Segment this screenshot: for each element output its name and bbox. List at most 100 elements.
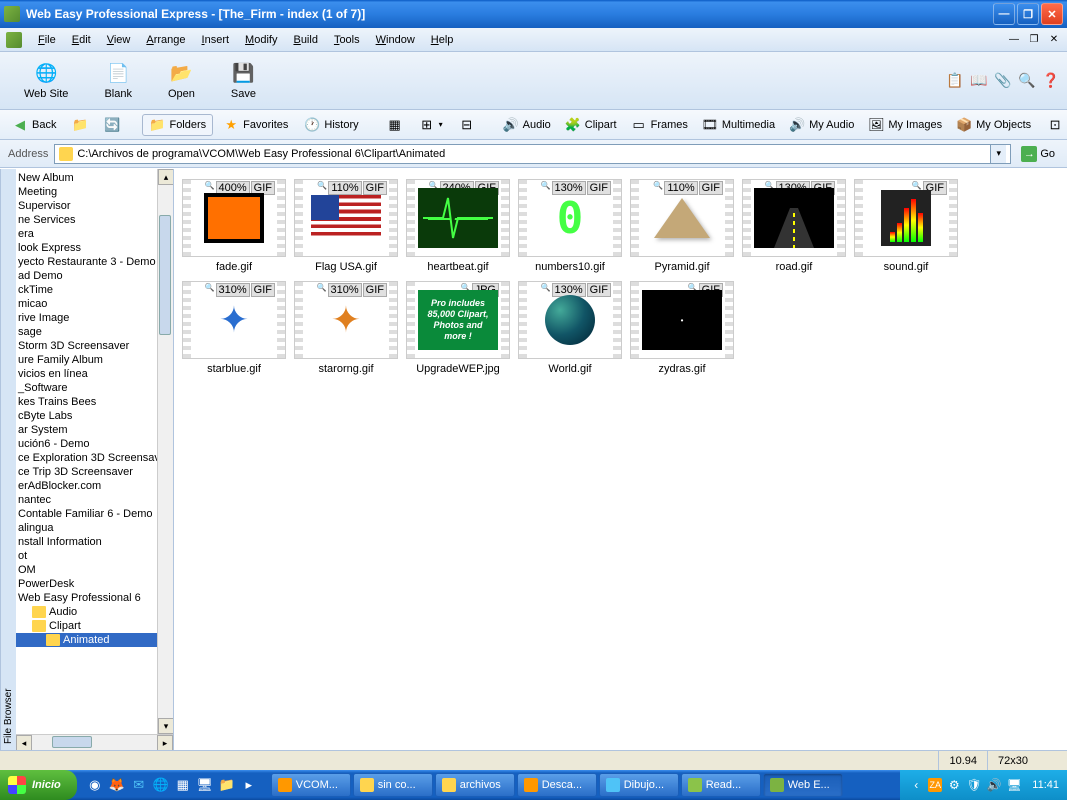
mdi-close-button[interactable]: ✕ <box>1047 33 1061 47</box>
clock[interactable]: 11:41 <box>1032 779 1059 791</box>
tray-icon-4[interactable]: 🔊 <box>986 777 1002 793</box>
scroll-down-button[interactable]: ▾ <box>158 718 173 734</box>
nav-my-objects[interactable]: 📦My Objects <box>950 115 1037 135</box>
open-button[interactable]: 📂Open <box>150 58 213 104</box>
ql-icon-3[interactable]: ✉ <box>129 775 149 795</box>
scroll-up-button[interactable]: ▴ <box>158 169 173 185</box>
start-button[interactable]: Inicio <box>0 770 77 800</box>
tree-item[interactable]: look Express <box>16 241 157 255</box>
refresh-button[interactable]: 🔄 <box>98 115 126 135</box>
tool-icon-1[interactable]: 📋 <box>945 71 965 91</box>
ql-icon-2[interactable]: 🦊 <box>107 775 127 795</box>
thumbnail-fade-gif[interactable]: 🔍400%GIF fade.gif <box>180 179 288 273</box>
nav-clipart[interactable]: 🧩Clipart <box>559 115 623 135</box>
tree-item[interactable]: PowerDesk <box>16 577 157 591</box>
ql-icon-1[interactable]: ◉ <box>85 775 105 795</box>
thumbnail-starorng-gif[interactable]: 🔍310%GIF ✦ starorng.gif <box>292 281 400 375</box>
thumbnail-zydras-gif[interactable]: 🔍GIF zydras.gif <box>628 281 736 375</box>
tree-item[interactable]: ar System <box>16 423 157 437</box>
menu-file[interactable]: File <box>30 32 64 48</box>
minimize-button[interactable]: — <box>993 3 1015 25</box>
folders-button[interactable]: 📁 Folders <box>142 114 213 136</box>
back-button[interactable]: ◀ Back <box>6 115 62 135</box>
tree-item[interactable]: era <box>16 227 157 241</box>
view-button-2[interactable]: ⊞▾ <box>413 115 449 135</box>
menu-modify[interactable]: Modify <box>237 32 285 48</box>
tree-item[interactable]: ce Exploration 3D Screensave <box>16 451 157 465</box>
tree-item[interactable]: ckTime <box>16 283 157 297</box>
tree-item[interactable]: Meeting <box>16 185 157 199</box>
go-button[interactable]: → Go <box>1017 144 1059 164</box>
thumbnail-road-gif[interactable]: 🔍130%GIF road.gif <box>740 179 848 273</box>
nav-multimedia[interactable]: 🎞Multimedia <box>696 115 781 135</box>
menu-build[interactable]: Build <box>285 32 325 48</box>
tree-item[interactable]: ure Family Album <box>16 353 157 367</box>
favorites-button[interactable]: ★ Favorites <box>217 115 294 135</box>
scroll-thumb[interactable] <box>159 215 171 335</box>
save-button[interactable]: 💾Save <box>213 58 274 104</box>
tree-item[interactable]: ne Services <box>16 213 157 227</box>
thumbnail-UpgradeWEP-jpg[interactable]: 🔍JPG Pro includes 85,000 Clipart, Photos… <box>404 281 512 375</box>
tool-icon-4[interactable]: 🔍 <box>1017 71 1037 91</box>
thumbnail-sound-gif[interactable]: 🔍GIF sound.gif <box>852 179 960 273</box>
close-button[interactable]: ✕ <box>1041 3 1063 25</box>
tree-item[interactable]: _Software <box>16 381 157 395</box>
address-input[interactable] <box>77 148 986 160</box>
scroll-left-button[interactable]: ◂ <box>16 735 32 750</box>
ql-icon-6[interactable]: 🖥 <box>195 775 215 795</box>
history-button[interactable]: 🕐 History <box>298 115 364 135</box>
task-button[interactable]: Read... <box>681 773 761 797</box>
tray-icon-3[interactable]: 🛡 <box>966 777 982 793</box>
tray-icon-2[interactable]: ⚙ <box>946 777 962 793</box>
menu-help[interactable]: Help <box>423 32 462 48</box>
more-button[interactable]: ⊡ <box>1041 115 1067 135</box>
menu-insert[interactable]: Insert <box>194 32 238 48</box>
tray-icon-5[interactable]: 🖥 <box>1006 777 1022 793</box>
mdi-minimize-button[interactable]: — <box>1007 33 1021 47</box>
tree-item[interactable]: nstall Information <box>16 535 157 549</box>
up-button[interactable]: 📁 <box>66 115 94 135</box>
tree-item[interactable]: rive Image <box>16 311 157 325</box>
ql-icon-5[interactable]: ▦ <box>173 775 193 795</box>
tree-item[interactable]: yecto Restaurante 3 - Demo <box>16 255 157 269</box>
tree-item[interactable]: kes Trains Bees <box>16 395 157 409</box>
mdi-restore-button[interactable]: ❐ <box>1027 33 1041 47</box>
folder-tree[interactable]: New AlbumMeetingSupervisorne Servicesera… <box>16 169 157 734</box>
menu-arrange[interactable]: Arrange <box>138 32 193 48</box>
tree-item[interactable]: ot <box>16 549 157 563</box>
view-button-1[interactable]: ▦ <box>381 115 409 135</box>
menu-tools[interactable]: Tools <box>326 32 368 48</box>
maximize-button[interactable]: ❐ <box>1017 3 1039 25</box>
task-button[interactable]: VCOM... <box>271 773 351 797</box>
thumbnail-World-gif[interactable]: 🔍130%GIF World.gif <box>516 281 624 375</box>
scroll-right-button[interactable]: ▸ <box>157 735 173 750</box>
menu-view[interactable]: View <box>99 32 139 48</box>
thumbnail-Pyramid-gif[interactable]: 🔍110%GIF Pyramid.gif <box>628 179 736 273</box>
file-browser-tab[interactable]: File Browser <box>0 169 16 750</box>
tray-icon-1[interactable]: ZA <box>928 778 942 792</box>
tree-item[interactable]: micao <box>16 297 157 311</box>
task-button[interactable]: Web E... <box>763 773 843 797</box>
nav-my-audio[interactable]: 🔊My Audio <box>783 115 860 135</box>
task-button[interactable]: Desca... <box>517 773 597 797</box>
tree-item[interactable]: alingua <box>16 521 157 535</box>
scroll-thumb[interactable] <box>52 736 92 748</box>
ql-icon-4[interactable]: 🌐 <box>151 775 171 795</box>
nav-frames[interactable]: ▭Frames <box>625 115 694 135</box>
scroll-track[interactable] <box>32 735 157 750</box>
help-icon[interactable]: ❓ <box>1041 71 1061 91</box>
blank-button[interactable]: 📄Blank <box>86 58 150 104</box>
tree-item-audio[interactable]: Audio <box>16 605 157 619</box>
tree-item[interactable]: nantec <box>16 493 157 507</box>
tree-item[interactable]: cByte Labs <box>16 409 157 423</box>
tree-item[interactable]: Storm 3D Screensaver <box>16 339 157 353</box>
tool-icon-3[interactable]: 📎 <box>993 71 1013 91</box>
tree-item[interactable]: erAdBlocker.com <box>16 479 157 493</box>
tree-item-clipart[interactable]: Clipart <box>16 619 157 633</box>
menu-edit[interactable]: Edit <box>64 32 99 48</box>
horizontal-scrollbar[interactable]: ◂ ▸ <box>16 734 173 750</box>
thumbnail-Flag USA-gif[interactable]: 🔍110%GIF Flag USA.gif <box>292 179 400 273</box>
nav-my-images[interactable]: 🖼My Images <box>862 115 948 135</box>
tree-item[interactable]: ce Trip 3D Screensaver <box>16 465 157 479</box>
menu-window[interactable]: Window <box>368 32 423 48</box>
